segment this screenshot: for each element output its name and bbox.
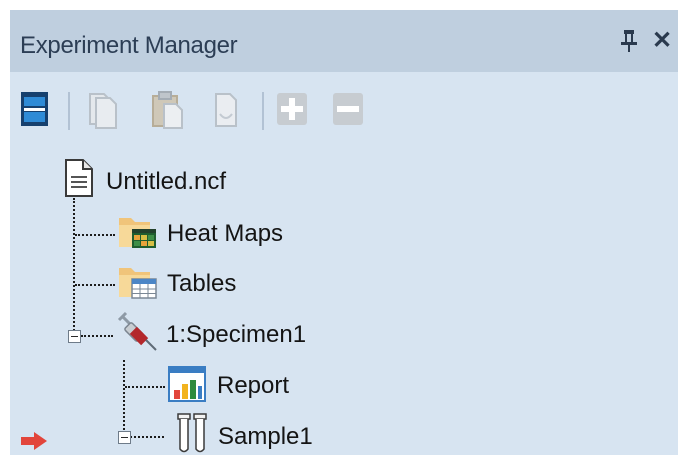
tree-connector [75, 234, 115, 236]
tree-connector [73, 198, 75, 331]
heat-maps-folder-icon [118, 213, 158, 256]
document-icon [64, 158, 94, 203]
syringe-icon [116, 310, 158, 357]
tables-folder-icon [118, 263, 158, 306]
tree-node-label: Heat Maps [167, 220, 284, 247]
tree-node-label: Tables [167, 270, 237, 297]
tree-node-label: Report [217, 372, 290, 399]
tree-connector [130, 436, 164, 438]
collapse-toggle[interactable] [118, 431, 131, 444]
experiment-manager-panel: Experiment Manager ✕ Untitled.ncf Heat M… [10, 10, 678, 455]
tree-node-label: Sample1 [218, 423, 313, 450]
current-item-arrow-icon [20, 431, 48, 455]
tree-connector [125, 386, 165, 388]
report-chart-icon [168, 366, 206, 407]
tree-node-label: 1:Specimen1 [166, 321, 307, 348]
sample-tubes-icon [176, 412, 210, 455]
tree-connector [123, 360, 125, 430]
tree-connector [81, 335, 113, 337]
collapse-toggle[interactable] [68, 330, 81, 343]
tree-node-label: Untitled.ncf [106, 168, 227, 195]
tree-connector [75, 284, 115, 286]
experiment-tree: Untitled.ncf Heat Maps Tables 1:Specimen… [10, 10, 678, 455]
